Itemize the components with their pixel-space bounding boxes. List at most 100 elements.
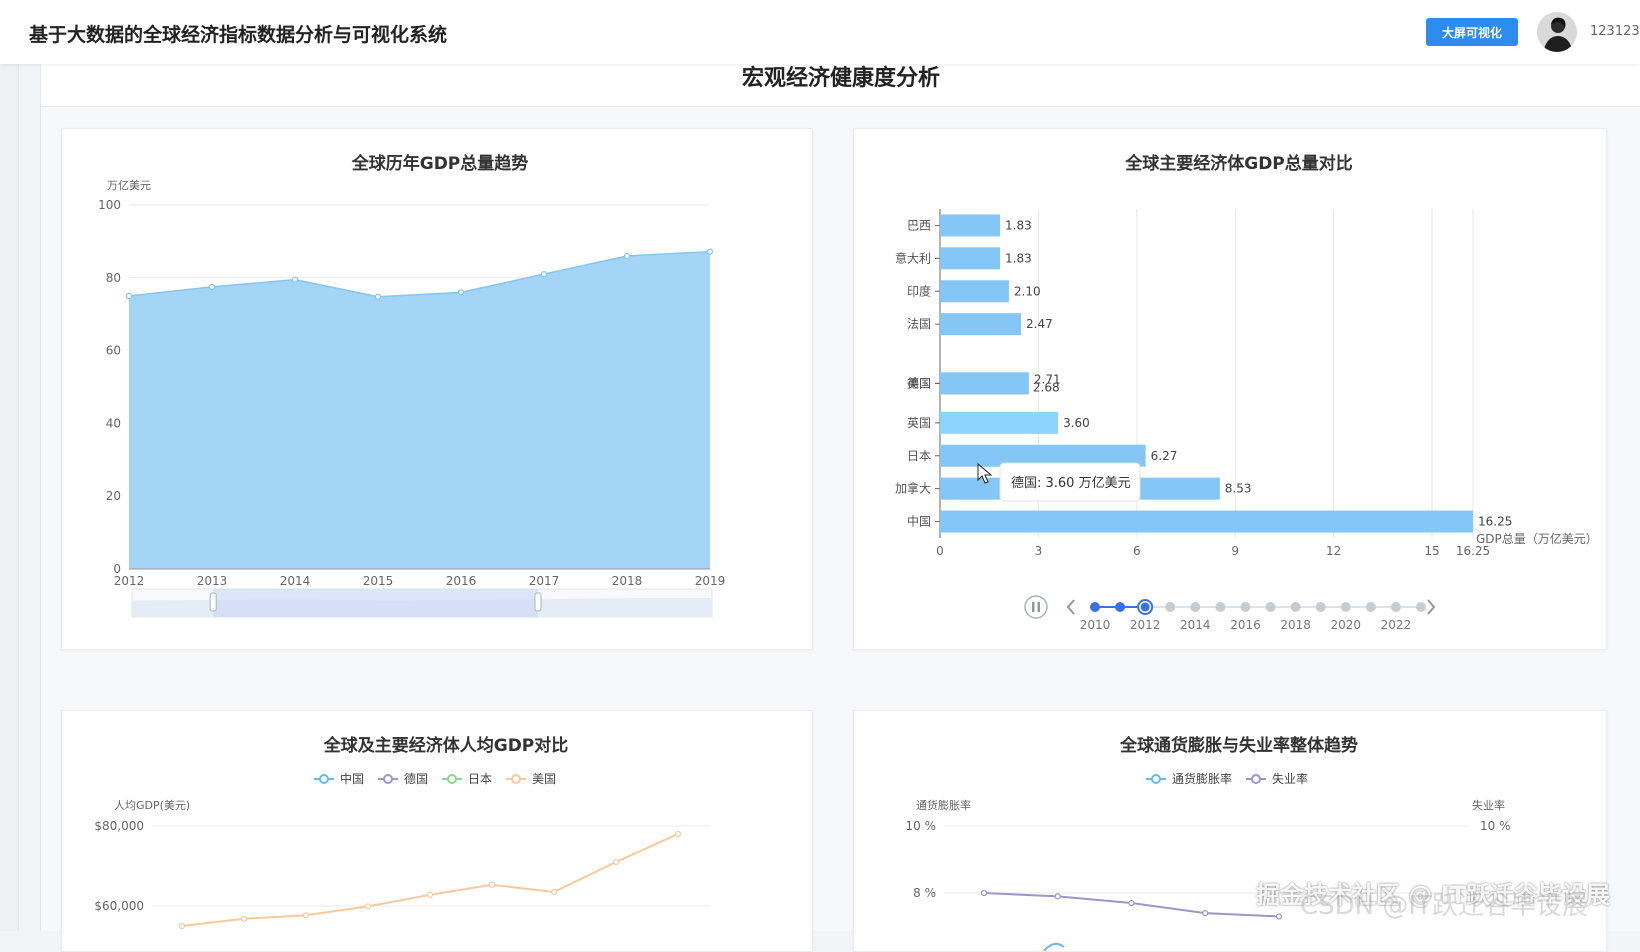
chevron-right-icon[interactable]: [1427, 599, 1436, 615]
bar-value-label: 1.83: [1005, 218, 1032, 232]
legend-marker[interactable]: [447, 774, 457, 784]
data-point[interactable]: [426, 891, 434, 898]
data-point[interactable]: [706, 248, 714, 255]
bar-value-label: 2.10: [1014, 284, 1041, 298]
pause-icon: [1037, 602, 1040, 612]
data-zoom-window[interactable]: [213, 589, 538, 617]
x-tick-label: 2012: [114, 574, 145, 588]
x-tick-label: 2019: [695, 574, 726, 588]
data-point[interactable]: [980, 889, 988, 897]
data-point[interactable]: [457, 289, 465, 296]
bar[interactable]: [940, 247, 1001, 270]
timeline-point[interactable]: [1240, 602, 1251, 612]
app-title: 基于大数据的全球经济指标数据分析与可视化系统: [29, 24, 448, 46]
data-point[interactable]: [364, 903, 372, 910]
tooltip-text: 德国: 3.60 万亿美元: [1011, 476, 1131, 491]
timeline-year-label: 2016: [1230, 618, 1261, 632]
gdp-compare-chart: 全球主要经济体GDP总量对比 0 3 6 9 12 15 16.25GDP总量（万亿美元）中…: [895, 153, 1598, 632]
timeline-point[interactable]: [1115, 602, 1126, 612]
data-point[interactable]: [1054, 893, 1061, 900]
legend-label: 日本: [468, 772, 492, 786]
section-title: 宏观经济健康度分析: [741, 66, 940, 91]
data-point[interactable]: [623, 252, 631, 260]
chart-title: 全球主要经济体GDP总量对比: [1124, 153, 1353, 174]
data-point[interactable]: [1128, 899, 1135, 907]
bar[interactable]: [940, 280, 1009, 303]
gdp-compare-card: 全球主要经济体GDP总量对比 0 3 6 9 12 15 16.25 GDP总量（万亿美元）中…: [853, 128, 1607, 650]
timeline-point[interactable]: [1265, 602, 1276, 612]
timeline-point[interactable]: [1215, 602, 1226, 612]
timeline-point[interactable]: [1340, 602, 1351, 612]
y-tick-label: $60,000: [94, 899, 144, 913]
data-point[interactable]: [1202, 910, 1209, 917]
per-capita-chart: 全球及主要经济体人均GDP对比 人均GDP(美元) 中国 德国 日本 美国 $80,00…: [94, 735, 710, 930]
section-header: 宏观经济健康度分析: [41, 64, 1640, 107]
legend-marker[interactable]: [319, 774, 329, 784]
x-tick-label: 2015: [363, 574, 394, 588]
timeline-point[interactable]: [1365, 602, 1376, 612]
timeline-point[interactable]: [1290, 602, 1301, 612]
user-avatar[interactable]: [1537, 12, 1577, 52]
top-header: 基于大数据的全球经济指标数据分析与可视化系统 大屏可视化 123123: [0, 0, 1640, 64]
usa-line: [181, 833, 679, 927]
username: 123123: [1590, 24, 1640, 39]
gdp-trend-chart: 全球历年GDP总量趋势 万亿美元 0204060801002012 2013 201…: [98, 153, 726, 618]
y-tick-label: 20: [106, 489, 121, 503]
bar-value-label: 16.25: [1478, 515, 1512, 529]
y-tick-label: $80,000: [94, 819, 144, 833]
timeline-point[interactable]: [1416, 602, 1426, 612]
timeline-point[interactable]: [1390, 602, 1401, 612]
legend-marker[interactable]: [1151, 774, 1161, 784]
legend-label: 德国: [404, 771, 428, 786]
timeline-point[interactable]: [1090, 602, 1100, 612]
data-point[interactable]: [178, 922, 186, 930]
data-point[interactable]: [291, 276, 299, 283]
timeline-year-label: 2010: [1080, 618, 1111, 632]
data-point[interactable]: [240, 915, 248, 922]
data-point[interactable]: [674, 830, 682, 838]
big-screen-button[interactable]: 大屏可视化: [1426, 18, 1518, 46]
timeline-point[interactable]: [1315, 602, 1326, 612]
watermark-csdn: CSDN @IT跃迁谷毕设展: [1300, 891, 1588, 921]
data-point[interactable]: [612, 858, 620, 866]
x-tick-label: 2014: [280, 574, 311, 588]
y-tick-label: 意大利: [895, 250, 931, 265]
timeline-year-label: 2012: [1130, 618, 1161, 632]
data-point[interactable]: [302, 912, 310, 919]
data-point[interactable]: [374, 293, 382, 300]
pause-button[interactable]: [1024, 595, 1048, 619]
data-point[interactable]: [550, 888, 558, 896]
x-tick-label: 12: [1326, 544, 1341, 558]
y-tick-label: 美国: [907, 376, 931, 390]
y-tick-label-left: 8 %: [913, 886, 936, 900]
timeline-current-dot: [1140, 602, 1150, 612]
timeline-point[interactable]: [1190, 602, 1201, 612]
timeline-point[interactable]: [1165, 602, 1176, 612]
x-tick-label: 2017: [529, 574, 560, 588]
data-point[interactable]: [208, 283, 216, 290]
data-point[interactable]: [488, 881, 496, 888]
chevron-left-icon[interactable]: [1066, 599, 1075, 615]
bar[interactable]: [940, 372, 1029, 395]
data-point[interactable]: [125, 292, 133, 300]
legend-label: 通货膨胀率: [1172, 771, 1232, 786]
bar-value-label: 3.60: [1063, 416, 1090, 430]
legend-marker[interactable]: [511, 774, 521, 784]
x-tick-label: 9: [1231, 544, 1239, 558]
data-point[interactable]: [1275, 913, 1283, 920]
bar[interactable]: [940, 313, 1022, 336]
data-point[interactable]: [540, 271, 548, 278]
data-zoom-handle-right[interactable]: [534, 592, 542, 612]
bar-value-label: 2.47: [1026, 317, 1053, 331]
gdp-area: [129, 251, 710, 569]
legend-marker[interactable]: [1251, 774, 1261, 784]
legend-marker[interactable]: [383, 774, 393, 784]
bar[interactable]: [940, 411, 1059, 434]
y-tick-label: 60: [106, 344, 121, 358]
bar[interactable]: [940, 510, 1473, 533]
y-axis-label: 人均GDP(美元): [114, 799, 190, 812]
y-tick-label: 英国: [907, 416, 931, 430]
bar[interactable]: [940, 214, 1001, 237]
data-zoom-handle-left[interactable]: [209, 592, 217, 612]
chart-title: 全球历年GDP总量趋势: [351, 153, 529, 174]
